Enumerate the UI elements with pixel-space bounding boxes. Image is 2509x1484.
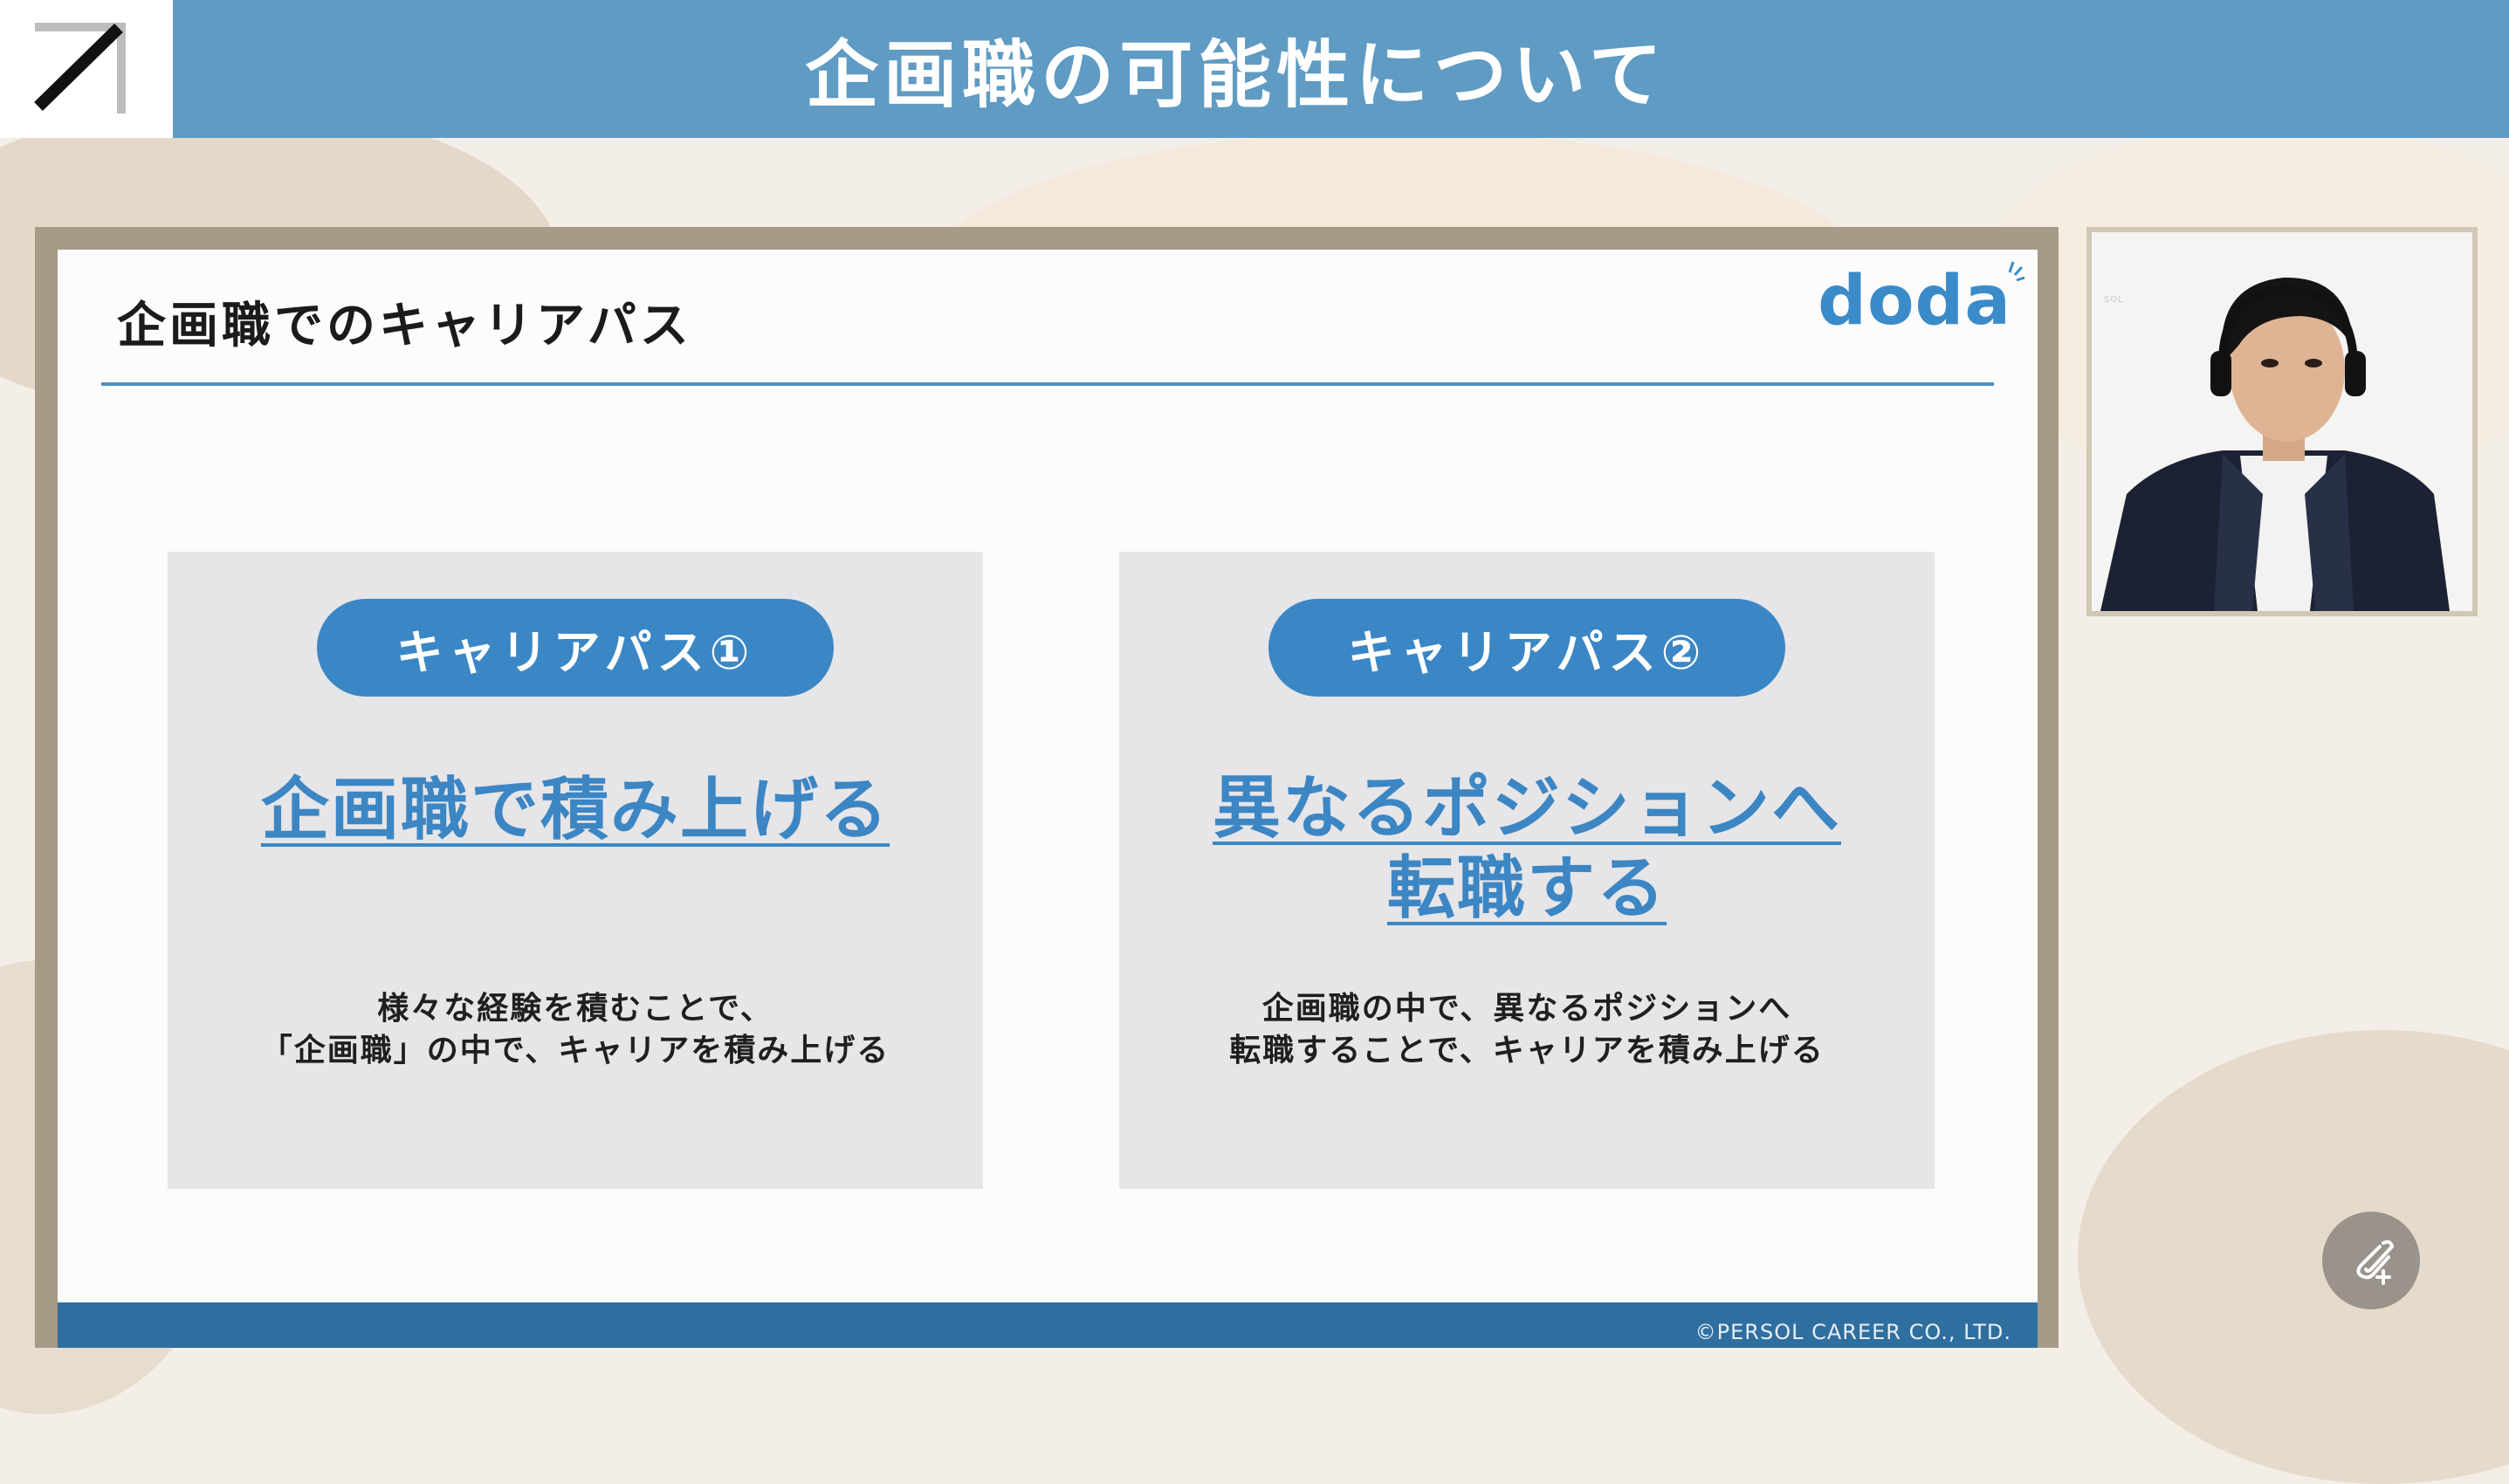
card-description: 様々な経験を積むことで、 「企画職」の中で、キャリアを積み上げる <box>168 988 983 1072</box>
video-watermark: SOL <box>2104 295 2124 305</box>
career-path-pill: キャリアパス② <box>1268 599 1785 697</box>
header-bar: 企画職の可能性について <box>173 0 2509 138</box>
career-path-pill: キャリアパス① <box>317 599 834 697</box>
title-divider <box>101 382 1994 386</box>
card-headline-text: 異なるポジションへ <box>1212 769 1841 848</box>
header-title: 企画職の可能性について <box>805 31 1667 118</box>
card-description-line: 転職することで、キャリアを積み上げる <box>1229 1033 1825 1068</box>
sparkle-icon <box>2008 261 2025 282</box>
career-path-card-1: キャリアパス① 企画職で積み上げる 様々な経験を積むことで、 「企画職」の中で、… <box>168 552 983 1189</box>
attach-button[interactable] <box>2322 1212 2420 1309</box>
speaker-person-icon <box>2100 277 2450 611</box>
career-path-card-2: キャリアパス② 異なるポジションへ 転職する 企画職の中で、異なるポジションへ … <box>1119 552 1935 1189</box>
background-cloud <box>2078 1030 2509 1484</box>
card-headline: 異なるポジションへ 転職する <box>1119 768 1935 929</box>
presentation-slide: 企画職でのキャリアパス doda キャリアパス① 企画職で積み上げる 様々な経験… <box>58 250 2038 1348</box>
card-description-line: 企画職の中で、異なるポジションへ <box>1261 991 1792 1027</box>
slash-corner-logo-icon <box>34 23 126 113</box>
copyright-text: ©PERSOL CAREER CO., LTD. <box>1694 1320 2011 1344</box>
card-description: 企画職の中で、異なるポジションへ 転職することで、キャリアを積み上げる <box>1119 988 1935 1072</box>
card-description-line: 「企画職」の中で、キャリアを積み上げる <box>260 1033 890 1068</box>
card-headline-text: 企画職で積み上げる <box>260 771 890 849</box>
presentation-frame: 企画職でのキャリアパス doda キャリアパス① 企画職で積み上げる 様々な経験… <box>35 227 2059 1348</box>
speaker-video-frame: SOL <box>2086 227 2478 616</box>
slide-title: 企画職でのキャリアパス <box>117 298 692 354</box>
card-description-line: 様々な経験を積むことで、 <box>377 991 773 1027</box>
card-headline-text: 転職する <box>1386 849 1667 928</box>
channel-logo <box>0 0 173 138</box>
brand-logo: doda <box>1818 262 2011 340</box>
paperclip-add-icon <box>2356 1240 2395 1285</box>
speaker-video: SOL <box>2092 232 2472 611</box>
card-headline: 企画職で積み上げる <box>168 770 983 850</box>
